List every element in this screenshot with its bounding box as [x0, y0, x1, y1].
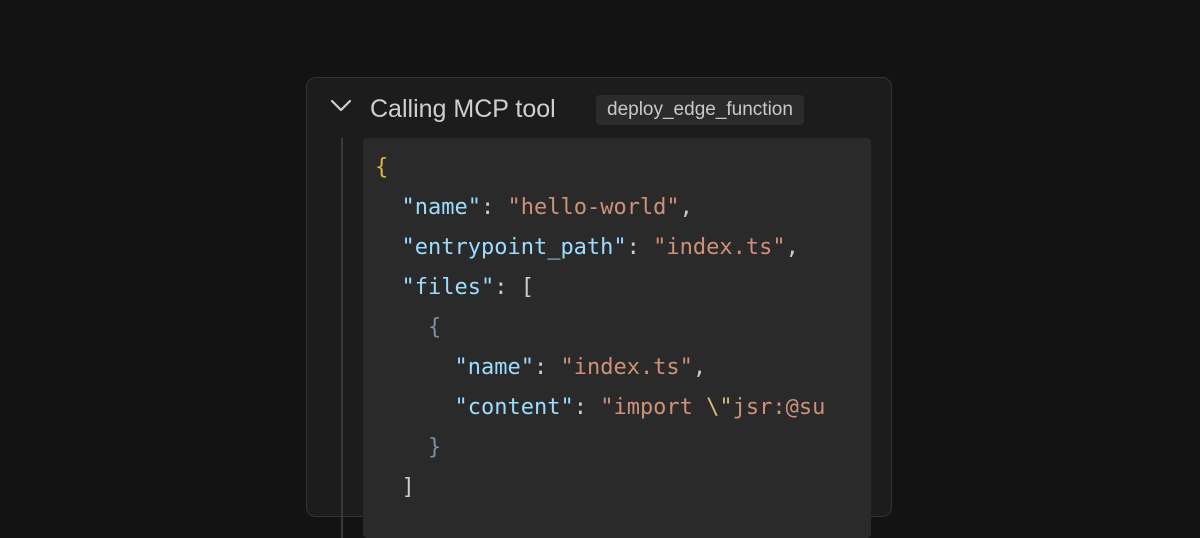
json-key: "content": [454, 395, 574, 420]
json-key: "name": [401, 195, 481, 220]
tool-call-header[interactable]: Calling MCP tool deploy_edge_function: [307, 78, 893, 138]
code-line: "name": "index.ts",: [454, 355, 707, 380]
json-key: "name": [454, 355, 534, 380]
json-string: "index.ts": [560, 355, 693, 380]
escape-sequence: \": [706, 395, 733, 420]
code-line: "content": "import \"jsr:@su: [454, 395, 826, 420]
open-bracket: [: [520, 275, 534, 300]
code-line: "files": [: [401, 275, 534, 300]
code-line: "entrypoint_path": "index.ts",: [401, 235, 799, 260]
header-title: Calling MCP tool: [370, 95, 556, 123]
json-key: "entrypoint_path": [401, 235, 627, 260]
json-string: "import: [600, 395, 707, 420]
json-string: jsr:@su: [732, 395, 826, 420]
json-key: "files": [401, 275, 495, 300]
code-line: {: [375, 148, 388, 188]
file-close-brace: }: [427, 435, 442, 460]
close-bracket: ]: [401, 475, 415, 500]
collapse-rail: [341, 138, 343, 538]
mcp-tool-call-panel: Calling MCP tool deploy_edge_function { …: [306, 77, 893, 538]
file-open-brace: {: [427, 315, 442, 340]
code-line: "name": "hello-world",: [401, 195, 693, 220]
code-line: }: [375, 428, 441, 468]
tool-name-badge: deploy_edge_function: [596, 95, 804, 125]
arguments-code-block: { "name": "hello-world", "entrypoint_pat…: [363, 138, 871, 538]
json-string: "index.ts": [653, 235, 786, 260]
code-line: ]: [375, 468, 415, 508]
chevron-down-icon[interactable]: [330, 98, 352, 114]
json-string: "hello-world": [507, 195, 680, 220]
code-line: {: [375, 308, 441, 348]
open-brace: {: [375, 155, 389, 180]
